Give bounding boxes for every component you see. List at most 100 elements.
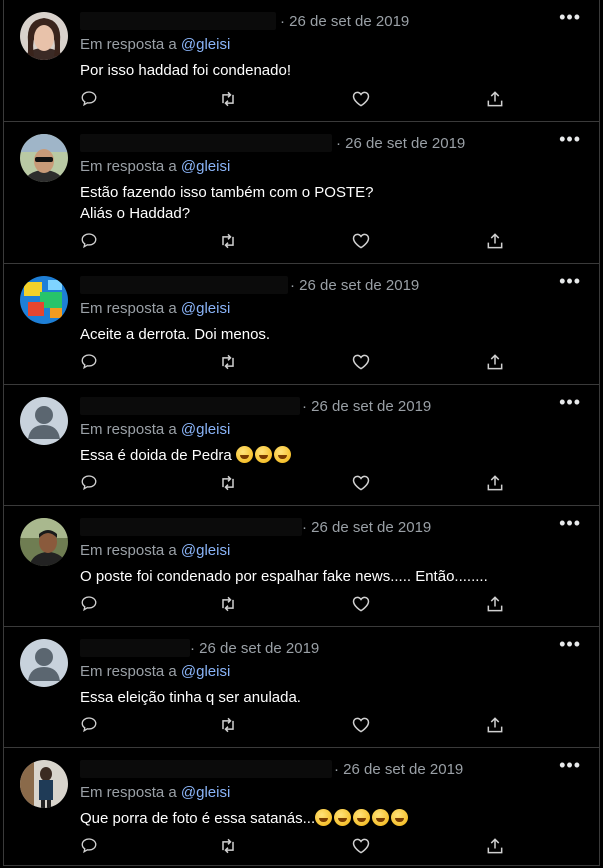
redacted-name [80,12,276,30]
tweet-actions [4,89,599,109]
tweet[interactable]: · 26 de set de 2019 ••• Em resposta a @g… [4,0,599,122]
reply-handle-link[interactable]: @gleisi [181,36,230,53]
tweet-actions [4,352,599,372]
share-icon[interactable] [485,473,505,493]
reply-prefix: Em resposta a [80,784,177,801]
avatar[interactable] [20,276,68,324]
avatar[interactable] [20,518,68,566]
tweet-actions [4,715,599,735]
tweet-text: O poste foi condenado por espalhar fake … [80,568,488,585]
redacted-name [80,639,190,657]
reply-handle-link[interactable]: @gleisi [181,663,230,680]
retweet-icon[interactable] [218,836,238,856]
zany-face-icon [235,446,253,463]
tweet-actions [4,836,599,856]
share-icon[interactable] [485,594,505,614]
reply-context: Em resposta a @gleisi [80,663,230,680]
reply-context: Em resposta a @gleisi [80,542,230,559]
reply-icon[interactable] [80,836,100,856]
reply-handle-link[interactable]: @gleisi [181,784,230,801]
like-icon[interactable] [351,473,371,493]
avatar[interactable] [20,760,68,808]
share-icon[interactable] [485,836,505,856]
reply-prefix: Em resposta a [80,542,177,559]
rolling-laughing-icon [315,809,333,826]
reply-prefix: Em resposta a [80,300,177,317]
reply-icon[interactable] [80,473,100,493]
tweet[interactable]: · 26 de set de 2019 ••• Em resposta a @g… [4,264,599,385]
tweet-date[interactable]: · 26 de set de 2019 [280,13,409,30]
rolling-laughing-icon [372,809,390,826]
tweet-actions [4,594,599,614]
more-icon[interactable]: ••• [559,756,581,774]
retweet-icon[interactable] [218,231,238,251]
reply-icon[interactable] [80,352,100,372]
redacted-name [80,760,332,778]
tweet-date[interactable]: · 26 de set de 2019 [290,277,419,294]
like-icon[interactable] [351,594,371,614]
like-icon[interactable] [351,89,371,109]
reply-context: Em resposta a @gleisi [80,36,230,53]
tweet-date[interactable]: · 26 de set de 2019 [190,640,319,657]
tweet[interactable]: · 26 de set de 2019 ••• Em resposta a @g… [4,748,599,868]
reply-icon[interactable] [80,231,100,251]
tweet-text: Aceite a derrota. Doi menos. [80,326,271,343]
reply-context: Em resposta a @gleisi [80,784,230,801]
tweet-actions [4,231,599,251]
like-icon[interactable] [351,352,371,372]
more-icon[interactable]: ••• [559,272,581,290]
redacted-name [80,518,302,536]
like-icon[interactable] [351,836,371,856]
share-icon[interactable] [485,352,505,372]
retweet-icon[interactable] [218,715,238,735]
share-icon[interactable] [485,715,505,735]
more-icon[interactable]: ••• [559,514,581,532]
avatar[interactable] [20,397,68,445]
tweet[interactable]: · 26 de set de 2019 ••• Em resposta a @g… [4,385,599,506]
more-icon[interactable]: ••• [559,130,581,148]
tweet-date[interactable]: · 26 de set de 2019 [302,519,431,536]
tweet[interactable]: · 26 de set de 2019 ••• Em resposta a @g… [4,506,599,627]
reply-handle-link[interactable]: @gleisi [181,300,230,317]
like-icon[interactable] [351,715,371,735]
avatar[interactable] [20,639,68,687]
more-icon[interactable]: ••• [559,635,581,653]
tweet-date[interactable]: · 26 de set de 2019 [334,761,463,778]
tweet[interactable]: · 26 de set de 2019 ••• Em resposta a @g… [4,122,599,264]
rolling-laughing-icon [391,809,409,826]
reply-context: Em resposta a @gleisi [80,421,230,438]
avatar[interactable] [20,12,68,60]
reply-icon[interactable] [80,715,100,735]
reply-prefix: Em resposta a [80,663,177,680]
reply-handle-link[interactable]: @gleisi [181,421,230,438]
tweet-date[interactable]: · 26 de set de 2019 [302,398,431,415]
retweet-icon[interactable] [218,352,238,372]
reply-handle-link[interactable]: @gleisi [181,542,230,559]
retweet-icon[interactable] [218,473,238,493]
reply-prefix: Em resposta a [80,36,177,53]
reply-icon[interactable] [80,594,100,614]
reply-prefix: Em resposta a [80,158,177,175]
retweet-icon[interactable] [218,89,238,109]
rolling-laughing-icon [353,809,371,826]
more-icon[interactable]: ••• [559,8,581,26]
reply-context: Em resposta a @gleisi [80,158,230,175]
retweet-icon[interactable] [218,594,238,614]
tweet-text: Essa eleição tinha q ser anulada. [80,689,301,706]
like-icon[interactable] [351,231,371,251]
tweet-text: Por isso haddad foi condenado! [80,62,291,79]
rolling-laughing-icon [334,809,352,826]
tweet-text-line: Aliás o Haddad? [80,205,191,222]
tweet-text: Estão fazendo isso também com o POSTE? A… [80,182,373,224]
tweet[interactable]: · 26 de set de 2019 ••• Em resposta a @g… [4,627,599,748]
reply-handle-link[interactable]: @gleisi [181,158,230,175]
share-icon[interactable] [485,89,505,109]
avatar[interactable] [20,134,68,182]
tweet-date[interactable]: · 26 de set de 2019 [336,135,465,152]
reply-icon[interactable] [80,89,100,109]
more-icon[interactable]: ••• [559,393,581,411]
tweet-text-content: Essa é doida de Pedra [80,447,232,464]
redacted-name [80,276,288,294]
tweet-text: Essa é doida de Pedra [80,445,293,466]
share-icon[interactable] [485,231,505,251]
